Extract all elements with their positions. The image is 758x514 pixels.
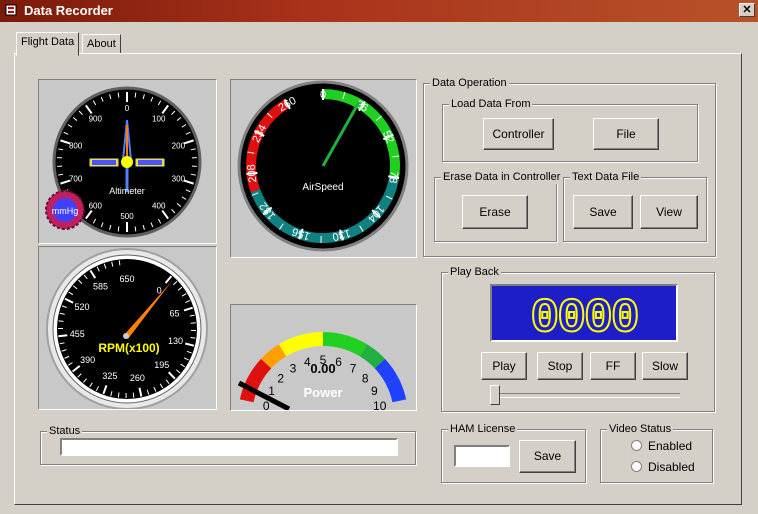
altimeter-tick-label: 400 bbox=[152, 202, 166, 211]
status-title: Status bbox=[47, 424, 83, 438]
text-data-file-title: Text Data File bbox=[570, 170, 642, 184]
rpm-tick-label: 260 bbox=[130, 373, 145, 383]
power-tick-label: 9 bbox=[371, 384, 378, 398]
play-button[interactable]: Play bbox=[481, 352, 527, 380]
airspeed-tick-label: 78 bbox=[386, 170, 400, 184]
enabled-label: Enabled bbox=[648, 439, 693, 453]
slow-button[interactable]: Slow bbox=[642, 352, 688, 380]
power-tick-label: 8 bbox=[362, 371, 369, 385]
altimeter-tick-label: 800 bbox=[69, 141, 83, 150]
altimeter-gauge: 0 100 200 300 400 500 600 700 800 900 Altimeter m… bbox=[38, 79, 217, 244]
rpm-label: RPM(x100) bbox=[98, 341, 159, 355]
fast-forward-button[interactable]: FF bbox=[590, 352, 636, 380]
rpm-tick-label: 650 bbox=[119, 274, 134, 284]
erase-button[interactable]: Erase bbox=[462, 195, 528, 229]
ham-license-title: HAM License bbox=[448, 422, 518, 436]
power-tick-label: 3 bbox=[290, 361, 297, 375]
rpm-tick-label: 325 bbox=[102, 371, 117, 381]
rpm-tick-label: 455 bbox=[70, 329, 85, 339]
data-operation-title: Data Operation bbox=[430, 76, 509, 90]
altimeter-dial: 0 100 200 300 400 500 600 700 800 900 Altimeter m… bbox=[45, 86, 202, 238]
erase-data-title: Erase Data in Controller bbox=[441, 170, 563, 184]
altimeter-tick-label: 700 bbox=[69, 175, 83, 184]
altimeter-tick-label: 300 bbox=[172, 175, 186, 184]
app-icon bbox=[5, 4, 17, 16]
altimeter-badge: mmHg bbox=[52, 206, 79, 216]
altimeter-tick-label: 900 bbox=[89, 114, 103, 123]
close-button[interactable]: ✕ bbox=[739, 3, 755, 17]
disabled-label: Disabled bbox=[648, 460, 695, 474]
rpm-tick-label: 585 bbox=[93, 282, 108, 292]
power-dial: 0123 4 5 6 78910 0.00 Power bbox=[237, 332, 407, 410]
rpm-tick-label: 195 bbox=[154, 360, 169, 370]
tab-about[interactable]: About bbox=[82, 34, 121, 54]
airspeed-tick-label: 0 bbox=[320, 89, 326, 101]
altimeter-tick-label: 200 bbox=[172, 141, 186, 150]
altimeter-tick-label: 500 bbox=[120, 212, 134, 221]
view-text-file-button[interactable]: View bbox=[640, 195, 698, 229]
load-data-group: Load Data From bbox=[442, 97, 698, 162]
playback-counter: 0000 bbox=[490, 284, 678, 347]
altimeter-label: Altimeter bbox=[109, 186, 145, 196]
airspeed-label: AirSpeed bbox=[302, 182, 343, 193]
altimeter-tick-label: 100 bbox=[152, 114, 166, 123]
airspeed-tick-label: 208 bbox=[245, 164, 259, 184]
rpm-tick-label: 390 bbox=[80, 355, 95, 365]
playback-slider-track[interactable] bbox=[492, 393, 680, 398]
playback-slider-thumb[interactable] bbox=[490, 385, 500, 405]
rpm-tick-label: 65 bbox=[170, 309, 180, 319]
window-title: Data Recorder bbox=[24, 3, 113, 18]
rpm-dial: 065130195260325390455520585650 RPM(x100) bbox=[46, 248, 208, 409]
ham-license-input[interactable] bbox=[454, 445, 510, 467]
power-tick-label: 6 bbox=[335, 355, 342, 369]
controller-button[interactable]: Controller bbox=[483, 118, 554, 150]
svg-text:0000: 0000 bbox=[530, 292, 637, 340]
altimeter-tick-label: 600 bbox=[89, 202, 103, 211]
status-field bbox=[60, 438, 398, 456]
load-data-title: Load Data From bbox=[449, 97, 533, 111]
playback-title: Play Back bbox=[448, 265, 501, 279]
disabled-radio[interactable] bbox=[631, 461, 642, 472]
rpm-tick-label: 130 bbox=[168, 336, 183, 346]
video-status-group: Video Status bbox=[600, 422, 713, 483]
power-tick-label: 2 bbox=[277, 371, 284, 385]
title-bar: Data Recorder ✕ bbox=[0, 0, 758, 22]
power-tick-label: 10 bbox=[373, 399, 387, 410]
airspeed-dial: 0265278104130156182208234260 AirSpeed bbox=[237, 80, 409, 252]
tab-flight-data[interactable]: Flight Data bbox=[16, 32, 80, 56]
file-button[interactable]: File bbox=[593, 118, 659, 150]
playback-counter-digits: 0000 bbox=[529, 291, 640, 347]
rpm-gauge: 0 65 130 195 260 325 390 455 520 585 650 RPM(x100) bbox=[38, 246, 217, 410]
power-label: Power bbox=[303, 385, 342, 400]
rpm-tick-label: 520 bbox=[75, 302, 90, 312]
altimeter-tick-label: 0 bbox=[125, 104, 130, 113]
airspeed-gauge: 0 26 52 78 104 130 156 182 208 234 260 AirSpeed bbox=[230, 79, 417, 258]
power-gauge: 0 1 2 3 4 5 6 7 8 9 10 0.00 Power bbox=[230, 304, 417, 411]
altimeter-hub bbox=[121, 156, 133, 168]
video-status-title: Video Status bbox=[607, 422, 674, 436]
power-value: 0.00 bbox=[310, 361, 335, 376]
save-text-file-button[interactable]: Save bbox=[573, 195, 633, 229]
enabled-radio[interactable] bbox=[631, 440, 642, 451]
stop-button[interactable]: Stop bbox=[537, 352, 583, 380]
power-tick-label: 7 bbox=[350, 361, 357, 375]
ham-license-save-button[interactable]: Save bbox=[519, 440, 576, 473]
